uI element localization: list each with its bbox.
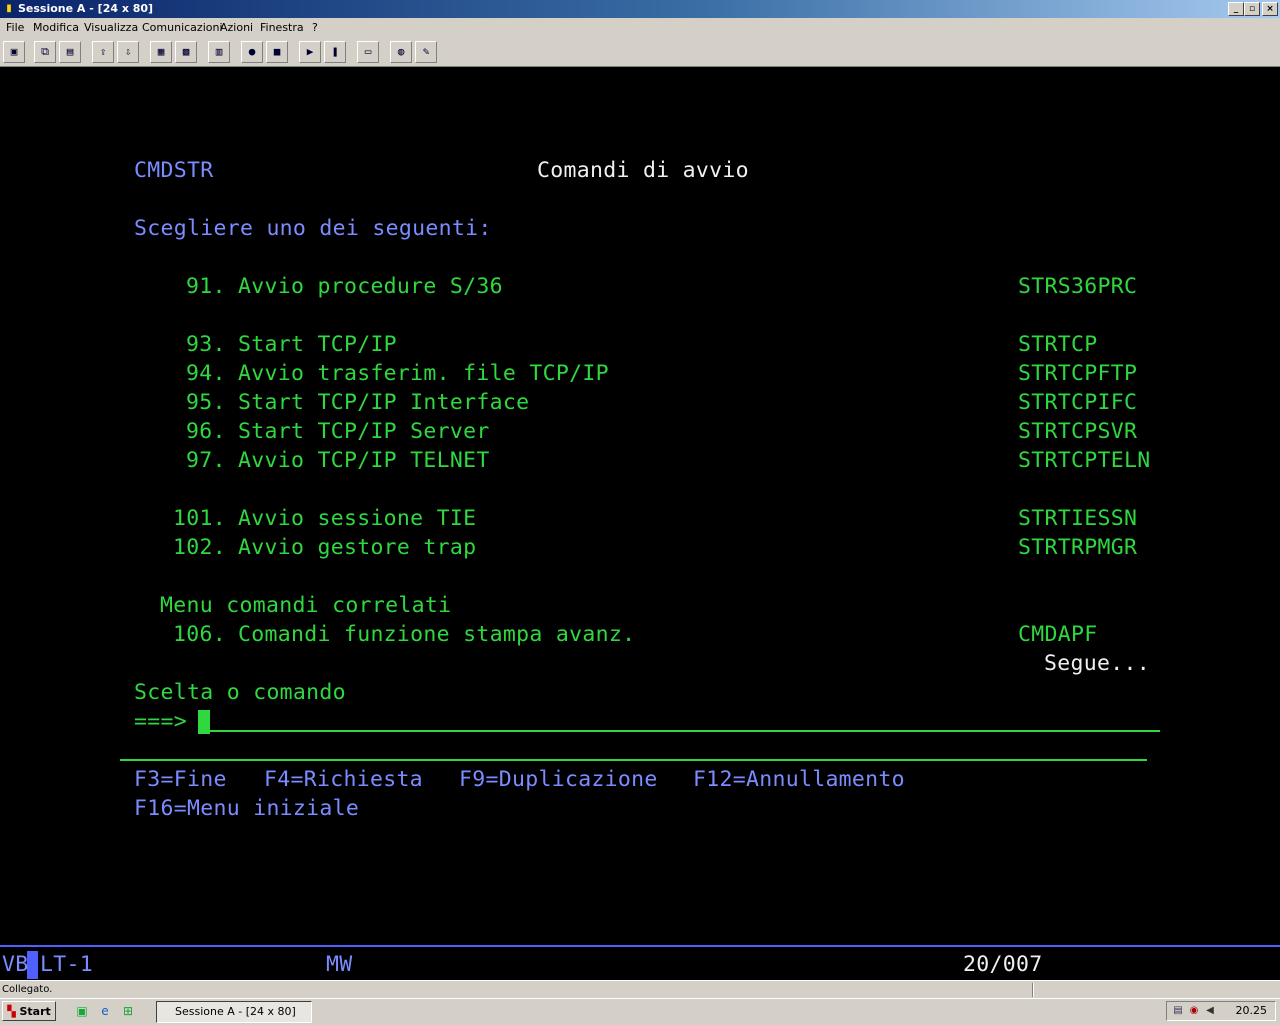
option-label[interactable]: Avvio procedure S/36 (238, 274, 503, 300)
option-number: 91. (186, 274, 226, 299)
play-icon[interactable]: ▶ (299, 41, 321, 63)
option-number: 93. (186, 332, 226, 357)
paste-icon[interactable]: ▤ (59, 41, 81, 63)
terminal-screen[interactable]: CMDSTR Comandi di avvio Scegliere uno de… (0, 67, 1280, 945)
edit-icon[interactable]: ✎ (415, 41, 437, 63)
option-number: 95. (186, 390, 226, 415)
menu-modifica[interactable]: Modifica (33, 18, 79, 38)
fkey-f16[interactable]: F16=Menu iniziale (134, 796, 359, 822)
menu-visualizza[interactable]: Visualizza (84, 18, 138, 38)
command-label: Scelta o comando (134, 680, 346, 705)
stop-icon[interactable]: ■ (266, 41, 288, 63)
fkey-f12[interactable]: F12=Annullamento (693, 767, 905, 793)
related-commands-header: Menu comandi correlati (160, 593, 452, 618)
oia-cursor (27, 951, 38, 979)
desktop-icon[interactable]: ▣ (74, 1003, 90, 1019)
fkey-f9[interactable]: F9=Duplicazione (459, 767, 658, 793)
clock: 20.25 (1235, 1004, 1268, 1017)
record-icon[interactable]: ● (241, 41, 263, 63)
app-icon[interactable]: ▮ (2, 2, 16, 16)
option-label[interactable]: Avvio trasferim. file TCP/IP (238, 361, 609, 387)
option-command: STRTCPTELN (1018, 448, 1151, 473)
window-title-bar: ▮ Sessione A - [24 x 80] _ ▫ × (0, 0, 1280, 18)
close-button[interactable]: × (1262, 2, 1278, 16)
menu-finestra[interactable]: Finestra (260, 18, 304, 38)
option-number: 94. (186, 361, 226, 386)
screen-id: CMDSTR (134, 158, 214, 183)
option-command: STRTRPMGR (1018, 535, 1138, 560)
print-screen-icon[interactable]: ▣ (3, 41, 25, 63)
send-icon[interactable]: ⇪ (92, 41, 114, 63)
clipboard-icon[interactable]: ▭ (357, 41, 379, 63)
status-divider (1032, 983, 1034, 997)
option-number: 101. (173, 506, 226, 531)
operator-info-area: VB LT-1 MW 20/007 (0, 945, 1280, 981)
option-label[interactable]: Avvio TCP/IP TELNET (238, 448, 490, 474)
option-command: STRS36PRC (1018, 274, 1138, 299)
menu-file[interactable]: File (6, 18, 24, 38)
status-bar: Collegato. (0, 980, 1280, 999)
option-number: 96. (186, 419, 226, 444)
option-label[interactable]: Avvio gestore trap (238, 535, 476, 561)
more-indicator: Segue... (1044, 651, 1150, 676)
task-label: Sessione A - [24 x 80] (175, 1005, 296, 1018)
globe-icon[interactable]: ◍ (390, 41, 412, 63)
option-number: 102. (173, 535, 226, 560)
option-command: STRTCP (1018, 332, 1098, 357)
option-label[interactable]: Comandi funzione stampa avanz. (238, 622, 635, 648)
network-icon[interactable]: ⊞ (120, 1003, 136, 1019)
keyboard-icon[interactable]: ▩ (175, 41, 197, 63)
windows-logo-icon: ▚ (7, 1005, 16, 1018)
option-command: STRTCPSVR (1018, 419, 1138, 444)
network-status-icon[interactable]: ▤ (1171, 1004, 1185, 1018)
option-command: STRTIESSN (1018, 506, 1138, 531)
oia-indicator: VB (2, 952, 29, 977)
start-button[interactable]: ▚ Start (2, 1001, 56, 1021)
display-icon[interactable]: ▦ (150, 41, 172, 63)
oia-session: LT-1 (40, 952, 93, 977)
fkey-f4[interactable]: F4=Richiesta (264, 767, 423, 793)
menu-bar: File Modifica Visualizza Comunicazioni A… (0, 18, 1280, 38)
command-arrow: ===> (134, 709, 187, 734)
minimize-button[interactable]: _ (1228, 2, 1244, 16)
start-label: Start (19, 1005, 51, 1018)
toolbar: ▣ ⧉ ▤ ⇪ ⇩ ▦ ▩ ▥ ● ■ ▶ ❚ ▭ ◍ ✎ (0, 38, 1280, 67)
separator-line (120, 759, 1147, 761)
option-label[interactable]: Start TCP/IP Server (238, 419, 490, 445)
option-command: STRTCPIFC (1018, 390, 1138, 415)
restore-button[interactable]: ▫ (1244, 2, 1260, 16)
option-command: CMDAPF (1018, 622, 1098, 647)
copy-icon[interactable]: ⧉ (34, 41, 56, 63)
taskbar: ▚ Start ▣ e ⊞ Sessione A - [24 x 80] ▤ ◉… (0, 998, 1280, 1025)
option-label[interactable]: Start TCP/IP (238, 332, 397, 358)
option-label[interactable]: Start TCP/IP Interface (238, 390, 529, 416)
menu-help[interactable]: ? (312, 18, 318, 38)
option-number: 106. (173, 622, 226, 647)
window-title: Sessione A - [24 x 80] (18, 2, 154, 15)
antivirus-icon[interactable]: ◉ (1187, 1004, 1201, 1018)
macro-icon[interactable]: ▥ (208, 41, 230, 63)
option-command: STRTCPFTP (1018, 361, 1138, 386)
oia-mode: MW (326, 952, 353, 977)
choose-prompt: Scegliere uno dei seguenti: (134, 216, 492, 241)
volume-icon[interactable]: ◀ (1203, 1004, 1217, 1018)
fkey-f3[interactable]: F3=Fine (134, 767, 227, 793)
system-tray: ▤ ◉ ◀ 20.25 (1166, 1001, 1276, 1021)
command-input-underline[interactable] (198, 730, 1160, 732)
option-label[interactable]: Avvio sessione TIE (238, 506, 476, 532)
menu-azioni[interactable]: Azioni (220, 18, 253, 38)
internet-explorer-icon[interactable]: e (97, 1003, 113, 1019)
receive-icon[interactable]: ⇩ (117, 41, 139, 63)
oia-cursor-position: 20/007 (963, 952, 1043, 977)
taskbar-button-session[interactable]: Sessione A - [24 x 80] (156, 1001, 312, 1023)
connection-status: Collegato. (2, 984, 53, 995)
option-number: 97. (186, 448, 226, 473)
pause-icon[interactable]: ❚ (324, 41, 346, 63)
menu-comunicazioni[interactable]: Comunicazioni (142, 18, 223, 38)
screen-title: Comandi di avvio (537, 158, 749, 183)
